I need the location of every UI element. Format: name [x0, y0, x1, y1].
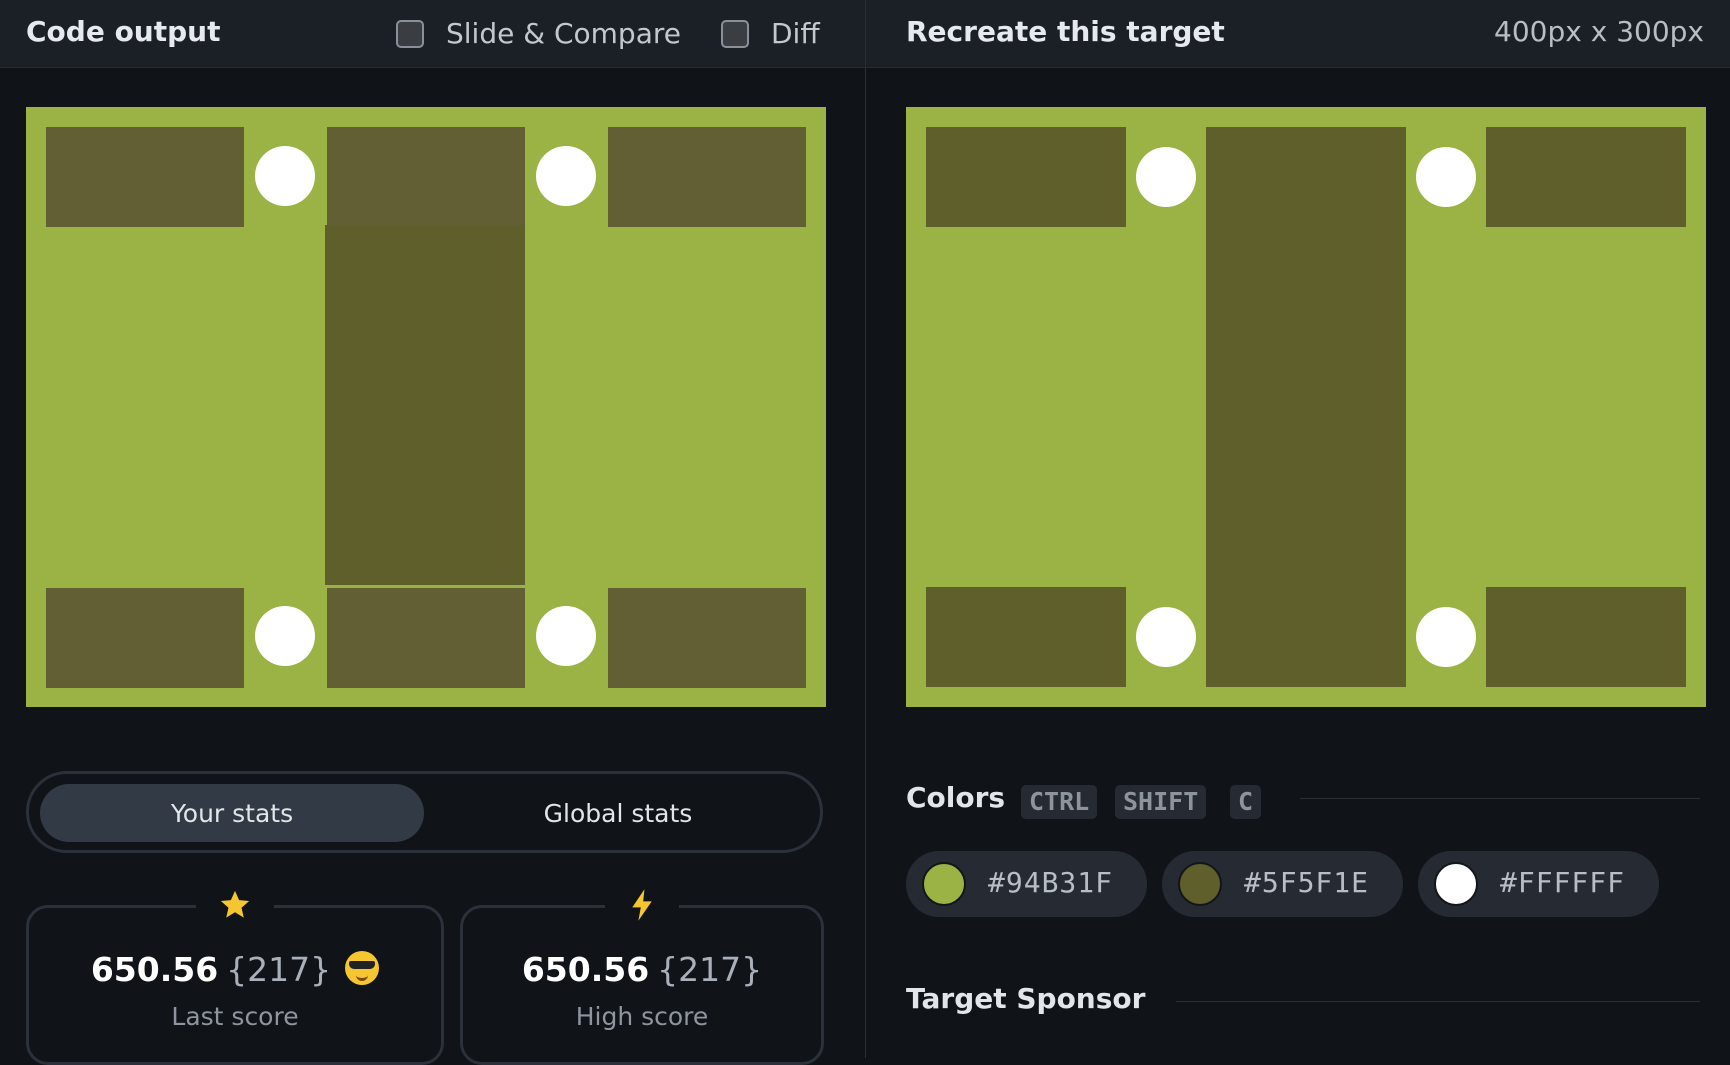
slide-compare-toggle[interactable]: Slide & Compare	[396, 17, 681, 50]
swatch-1-color-circle	[922, 862, 966, 906]
bottom-right-dot	[536, 606, 596, 666]
swatch-1-hex: #94B31F	[988, 866, 1114, 899]
key-shift: SHIFT	[1115, 785, 1207, 819]
diff-toggle[interactable]: Diff	[721, 17, 820, 50]
high-score-value: 650.56 {217}	[463, 950, 821, 989]
top-right-dot	[536, 146, 596, 206]
lightning-icon	[605, 888, 679, 931]
high-score-label: High score	[575, 1002, 709, 1031]
last-score-number: 650.56	[90, 950, 219, 989]
color-swatch-1[interactable]: #94B31F	[906, 851, 1147, 917]
target-title: Recreate this target	[906, 15, 1225, 48]
code-output-title: Code output	[26, 15, 221, 48]
key-c: C	[1230, 785, 1262, 819]
top-left-block	[46, 127, 244, 227]
bottom-right-dot	[1416, 607, 1476, 667]
diff-label: Diff	[771, 17, 820, 50]
sponsor-divider	[1176, 1001, 1700, 1002]
target-panel: Recreate this target 400px x 300px Color…	[866, 0, 1730, 1058]
center-bar	[1206, 127, 1406, 687]
code-output-header: Code output Slide & Compare Diff	[0, 0, 865, 68]
top-left-dot	[255, 146, 315, 206]
colors-title: Colors	[906, 781, 1006, 814]
tab-global-stats[interactable]: Global stats	[426, 784, 810, 842]
top-right-block	[608, 127, 806, 227]
swatch-2-hex: #5F5F1E	[1244, 866, 1370, 899]
high-score-count: {217}	[657, 950, 763, 989]
color-swatch-2[interactable]: #5F5F1E	[1162, 851, 1403, 917]
top-right-dot	[1416, 147, 1476, 207]
target-header: Recreate this target 400px x 300px	[866, 0, 1730, 68]
target-sponsor-title: Target Sponsor	[906, 982, 1146, 1015]
last-score-count: {217}	[226, 950, 332, 989]
code-output-panel: Code output Slide & Compare Diff Your st…	[0, 0, 865, 1065]
slide-compare-checkbox[interactable]	[396, 19, 424, 48]
colors-divider	[1300, 798, 1700, 799]
bottom-right-block	[1486, 587, 1686, 687]
diff-checkbox[interactable]	[721, 19, 749, 48]
code-output-canvas[interactable]	[26, 107, 826, 707]
center-bar	[325, 225, 525, 585]
cool-face-icon	[345, 951, 380, 985]
bottom-left-block	[46, 588, 244, 688]
last-score-value: 650.56 {217}	[29, 950, 441, 989]
bottom-left-block	[926, 587, 1126, 687]
star-icon	[196, 888, 274, 931]
stats-tabs: Your stats Global stats	[26, 771, 823, 853]
bottom-left-dot	[255, 606, 315, 666]
bottom-right-block	[608, 588, 806, 688]
bottom-middle-block	[327, 588, 525, 688]
target-canvas	[906, 107, 1706, 707]
slide-compare-label: Slide & Compare	[446, 17, 681, 50]
top-right-block	[1486, 127, 1686, 227]
last-score-label: Last score	[171, 1002, 299, 1031]
color-swatch-3[interactable]: #FFFFFF	[1418, 851, 1659, 917]
top-left-dot	[1136, 147, 1196, 207]
last-score-card: 650.56 {217} Last score	[26, 888, 444, 1065]
target-dimensions: 400px x 300px	[1494, 15, 1704, 48]
bottom-left-dot	[1136, 607, 1196, 667]
swatch-3-hex: #FFFFFF	[1500, 866, 1626, 899]
high-score-card: 650.56 {217} High score	[460, 888, 824, 1065]
top-left-block	[926, 127, 1126, 227]
swatch-2-color-circle	[1178, 862, 1222, 906]
tab-your-stats[interactable]: Your stats	[40, 784, 424, 842]
high-score-number: 650.56	[521, 950, 650, 989]
key-ctrl: CTRL	[1021, 785, 1098, 819]
swatch-3-color-circle	[1434, 862, 1478, 906]
top-middle-block	[327, 127, 525, 227]
